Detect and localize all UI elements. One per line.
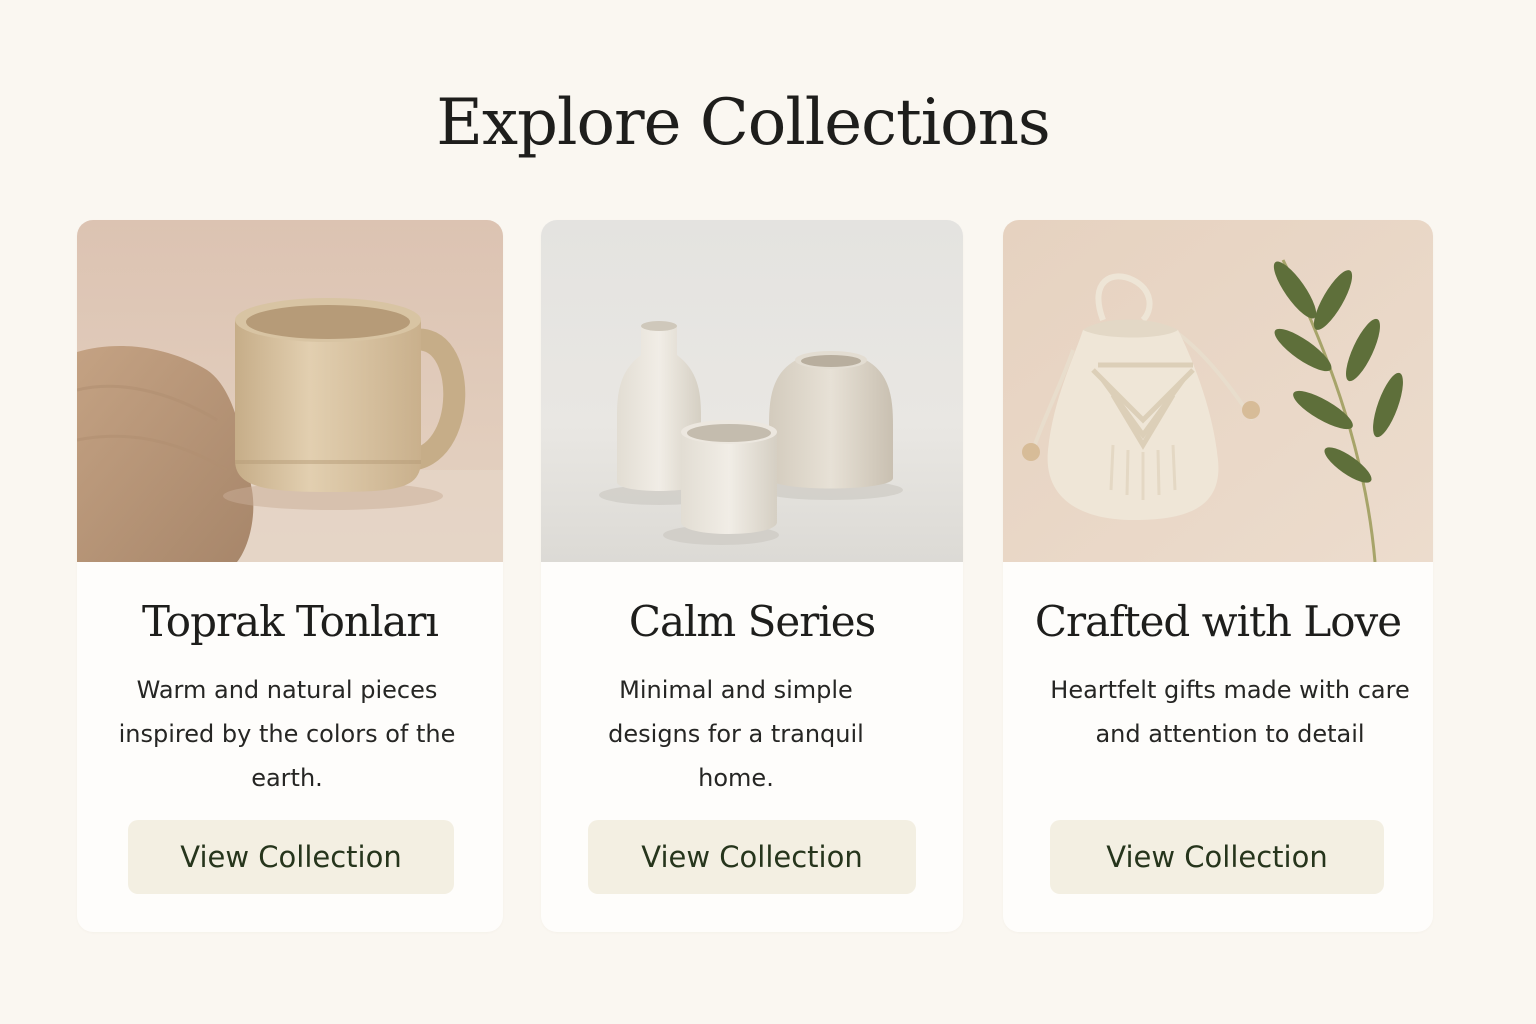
collection-description: Minimal and simple designs for a tranqui… bbox=[608, 676, 864, 792]
vases-photo bbox=[541, 220, 963, 562]
collection-card-toprak-tonlari: Toprak Tonları Warm and natural pieces i… bbox=[77, 220, 503, 932]
view-collection-button[interactable]: View Collection bbox=[588, 820, 916, 894]
collection-description: Heartfelt gifts made with care and atten… bbox=[1050, 676, 1410, 748]
collection-title: Toprak Tonları bbox=[142, 597, 439, 646]
collection-description: Warm and natural pieces inspired by the … bbox=[118, 676, 456, 792]
mug-photo bbox=[77, 220, 503, 562]
collection-title: Crafted with Love bbox=[1034, 597, 1402, 646]
macrame-pouch-photo bbox=[1003, 220, 1433, 562]
page-title: Explore Collections bbox=[436, 86, 1051, 160]
view-collection-button[interactable]: View Collection bbox=[1050, 820, 1384, 894]
collection-card-calm-series: Calm Series Minimal and simple designs f… bbox=[541, 220, 963, 932]
view-collection-button[interactable]: View Collection bbox=[128, 820, 454, 894]
collection-card-crafted-with-love: Crafted with Love Heartfelt gifts made w… bbox=[1003, 220, 1433, 932]
collection-title: Calm Series bbox=[628, 597, 876, 646]
